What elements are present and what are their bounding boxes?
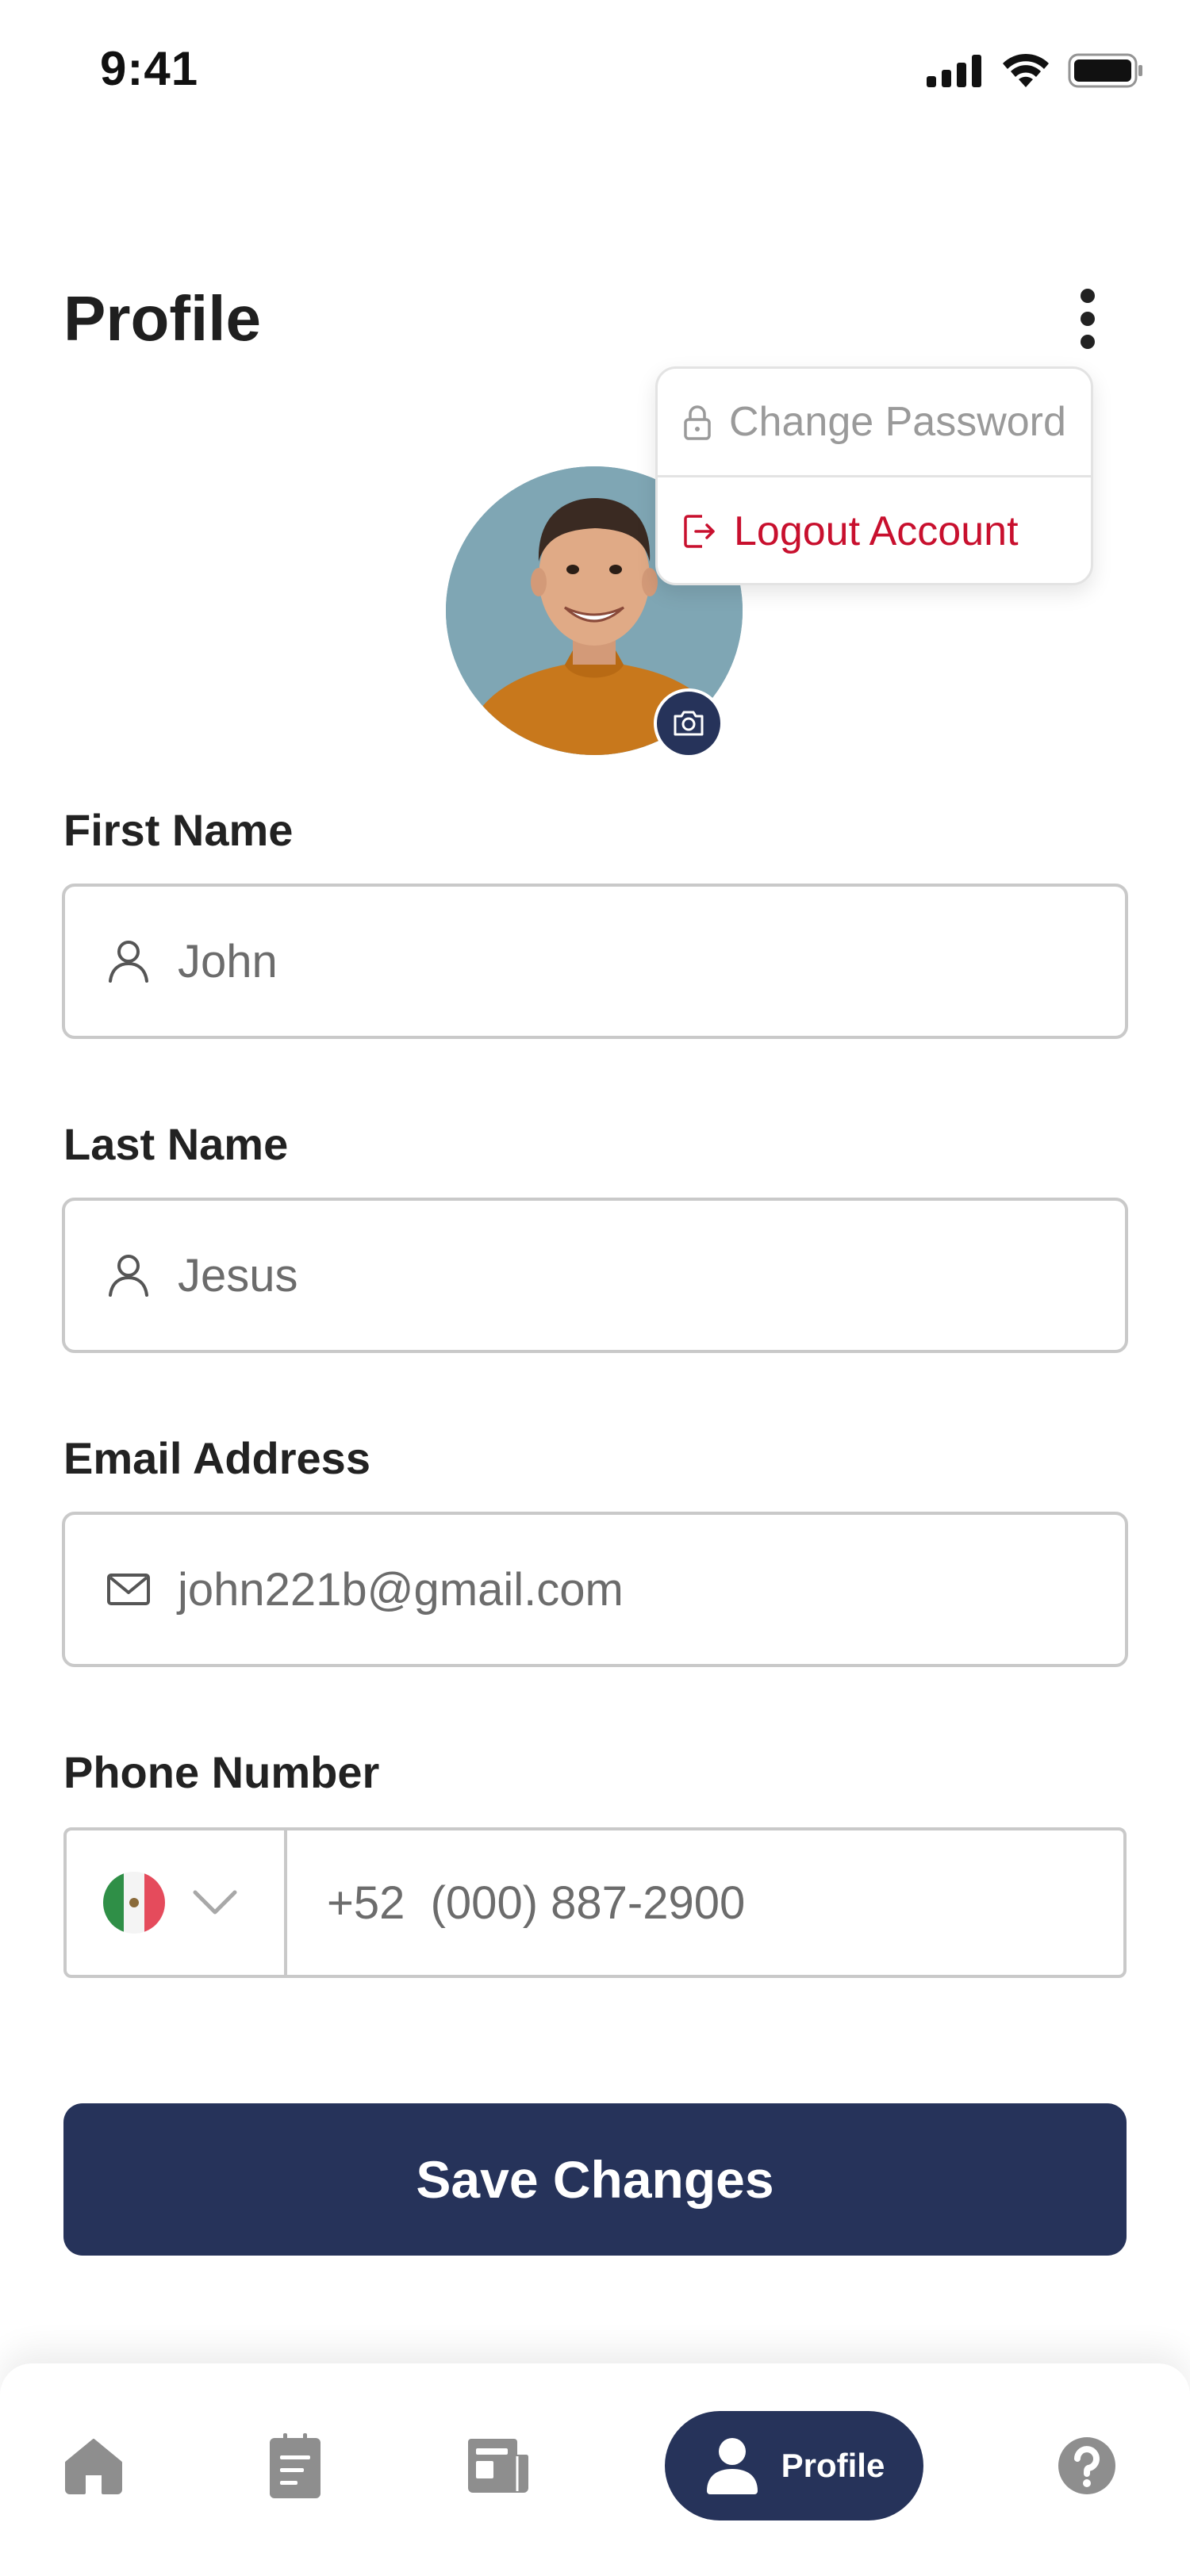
lock-icon <box>684 405 711 440</box>
phone-value: +52 (000) 887-2900 <box>327 1876 746 1929</box>
change-password-label: Change Password <box>729 399 1066 445</box>
more-options-button[interactable] <box>1060 287 1115 351</box>
mexico-flag-icon <box>103 1872 165 1934</box>
nav-help[interactable] <box>1047 2411 1127 2520</box>
battery-icon <box>1068 53 1142 88</box>
email-value: john221b@gmail.com <box>178 1563 624 1616</box>
phone-input[interactable]: +52 (000) 887-2900 <box>287 1830 745 1975</box>
logout-menu-item[interactable]: Logout Account <box>658 478 1091 583</box>
clipboard-icon <box>270 2433 321 2498</box>
more-options-dot <box>1081 335 1095 349</box>
chevron-down-icon <box>193 1890 237 1915</box>
email-label: Email Address <box>63 1433 370 1483</box>
nav-profile[interactable]: Profile <box>665 2411 923 2520</box>
last-name-label: Last Name <box>63 1119 289 1169</box>
help-icon <box>1058 2437 1115 2494</box>
phone-field: +52 (000) 887-2900 <box>63 1827 1127 1978</box>
more-options-dot <box>1081 312 1095 326</box>
menu-divider <box>658 475 1091 477</box>
nav-profile-label: Profile <box>781 2447 885 2484</box>
email-field[interactable]: john221b@gmail.com <box>62 1512 1128 1667</box>
nav-home[interactable] <box>54 2411 133 2520</box>
more-options-icon <box>1081 289 1095 303</box>
phone-label: Phone Number <box>63 1747 380 1797</box>
bottom-nav: Profile <box>0 2363 1190 2576</box>
newspaper-icon <box>468 2439 529 2493</box>
save-changes-button[interactable]: Save Changes <box>63 2103 1127 2256</box>
status-bar: 9:41 <box>0 0 1190 143</box>
user-icon <box>109 1255 148 1297</box>
change-photo-button[interactable] <box>654 688 724 758</box>
person-icon <box>706 2438 758 2494</box>
first-name-label: First Name <box>63 805 294 855</box>
cellular-signal-icon <box>927 55 981 87</box>
status-icons <box>927 52 1144 89</box>
page-title: Profile <box>63 283 261 354</box>
nav-clipboard[interactable] <box>255 2411 335 2520</box>
home-icon <box>65 2439 122 2494</box>
logout-label: Logout Account <box>734 508 1019 554</box>
first-name-value: John <box>178 935 278 987</box>
camera-icon <box>674 711 704 736</box>
change-password-menu-item[interactable]: Change Password <box>658 369 1091 475</box>
last-name-value: Jesus <box>178 1249 298 1301</box>
user-icon <box>109 941 148 983</box>
country-code-select[interactable] <box>67 1830 287 1975</box>
status-time: 9:41 <box>100 42 199 95</box>
mail-icon <box>107 1574 150 1605</box>
nav-news[interactable] <box>459 2411 538 2520</box>
last-name-field[interactable]: Jesus <box>62 1198 1128 1353</box>
first-name-field[interactable]: John <box>62 884 1128 1039</box>
wifi-icon <box>1003 53 1049 87</box>
logout-icon <box>684 515 715 548</box>
options-menu: Change Password Logout Account <box>655 366 1093 585</box>
